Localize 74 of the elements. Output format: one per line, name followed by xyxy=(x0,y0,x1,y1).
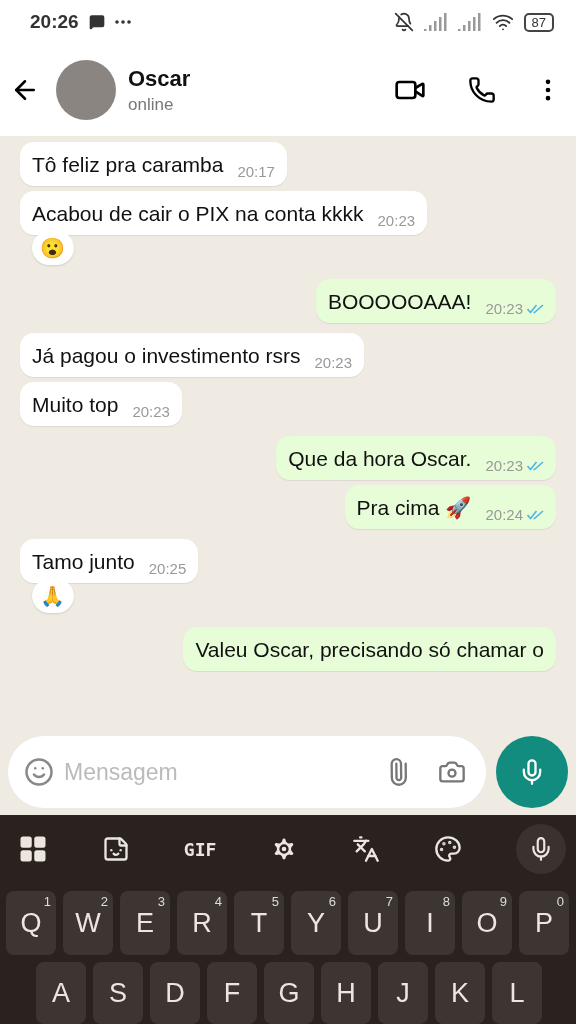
message-text: Pra cima 🚀 xyxy=(356,496,472,520)
message-text: Tô feliz pra caramba xyxy=(32,153,224,177)
message-text: Que da hora Oscar. xyxy=(288,447,472,471)
keyboard-key[interactable]: S xyxy=(93,962,143,1024)
message-bubble[interactable]: Tô feliz pra caramba 20:17 xyxy=(20,142,287,186)
message-text: Acabou de cair o PIX na conta kkkk xyxy=(32,202,364,226)
palette-icon[interactable] xyxy=(434,835,463,863)
message-bubble[interactable]: Acabou de cair o PIX na conta kkkk 20:23 xyxy=(20,191,428,235)
keyboard-mic-button[interactable] xyxy=(515,824,566,874)
message-time: 20:23 xyxy=(377,212,416,229)
keyboard-key[interactable]: W 2 xyxy=(63,891,113,955)
key-number-hint: 7 xyxy=(385,894,393,909)
keyboard-key[interactable]: J xyxy=(378,962,428,1024)
key-number-hint: 9 xyxy=(499,894,507,909)
message-text: Valeu Oscar, precisando só chamar o xyxy=(195,638,544,662)
key-number-hint: 1 xyxy=(43,894,51,909)
key-number-hint: 3 xyxy=(157,894,165,909)
keyboard-key[interactable]: P 0 xyxy=(519,891,569,955)
message-input-field[interactable]: Mensagem xyxy=(8,736,486,808)
sticker-icon[interactable] xyxy=(101,835,130,863)
emoji-icon[interactable] xyxy=(24,757,54,787)
key-number-hint: 5 xyxy=(271,894,279,909)
message-time: 20:25 xyxy=(148,560,187,577)
message-bubble[interactable]: Muito top 20:23 xyxy=(20,382,182,426)
keyboard-key[interactable]: A xyxy=(36,962,86,1024)
key-number-hint: 2 xyxy=(100,894,108,909)
chat-bubble-icon xyxy=(88,14,105,30)
message-text: Já pagou o investimento rsrs xyxy=(32,344,301,368)
keyboard-key[interactable]: H xyxy=(321,962,371,1024)
keyboard-key[interactable]: F xyxy=(207,962,257,1024)
grid-icon[interactable] xyxy=(18,834,48,864)
keyboard-key[interactable]: K xyxy=(435,962,485,1024)
message-bubble[interactable]: Valeu Oscar, precisando só chamar o xyxy=(183,627,556,671)
key-number-hint: 6 xyxy=(328,894,336,909)
battery-icon: 87 xyxy=(523,12,554,32)
keyboard-key[interactable]: E 3 xyxy=(120,891,170,955)
phone-icon[interactable] xyxy=(468,76,496,104)
message-bubble[interactable]: Que da hora Oscar. 20:23 xyxy=(276,436,556,480)
keyboard-key[interactable]: I 8 xyxy=(405,891,455,955)
keyboard-key[interactable]: U 7 xyxy=(348,891,398,955)
keyboard-key[interactable]: L xyxy=(492,962,542,1024)
message-bubble[interactable]: Já pagou o investimento rsrs 20:23 xyxy=(20,333,364,377)
message-bubble[interactable]: BOOOOOAAA! 20:23 xyxy=(315,279,556,323)
avatar[interactable] xyxy=(56,60,116,120)
message-time: 20:23 xyxy=(132,403,170,420)
message-bubble[interactable]: Tamo junto 20:25 xyxy=(20,539,199,583)
signal-icon xyxy=(423,13,448,31)
bell-off-icon xyxy=(393,12,414,32)
contact-name[interactable]: Oscar xyxy=(128,65,191,92)
signal-icon xyxy=(457,13,482,31)
message-time: 20:23 xyxy=(485,457,523,474)
message-text: Muito top xyxy=(32,393,119,417)
keyboard-key[interactable]: R 4 xyxy=(177,891,227,955)
contact-status: online xyxy=(128,94,175,115)
message-bubble[interactable]: Pra cima 🚀 20:24 xyxy=(344,485,556,529)
key-number-hint: 0 xyxy=(556,894,564,909)
message-time: 20:24 xyxy=(485,506,523,523)
keyboard-key[interactable]: O 9 xyxy=(462,891,512,955)
keyboard-key[interactable]: Y 6 xyxy=(291,891,341,955)
message-time: 20:23 xyxy=(485,300,523,317)
keyboard-key[interactable]: G xyxy=(264,962,314,1024)
message-text: Tamo junto xyxy=(32,550,135,574)
keyboard-key[interactable]: Q 1 xyxy=(6,891,56,955)
message-text: BOOOOOAAA! xyxy=(327,290,472,314)
translate-icon[interactable] xyxy=(352,835,381,863)
gif-button[interactable]: GIF xyxy=(183,838,217,860)
keyboard-key[interactable]: T 5 xyxy=(234,891,284,955)
key-number-hint: 8 xyxy=(442,894,450,909)
message-time: 20:17 xyxy=(237,163,275,180)
status-time: 20:26 xyxy=(30,11,79,33)
key-number-hint: 4 xyxy=(214,894,222,909)
message-time: 20:23 xyxy=(314,354,352,371)
more-icon xyxy=(114,20,131,24)
keyboard-key[interactable]: D xyxy=(150,962,200,1024)
